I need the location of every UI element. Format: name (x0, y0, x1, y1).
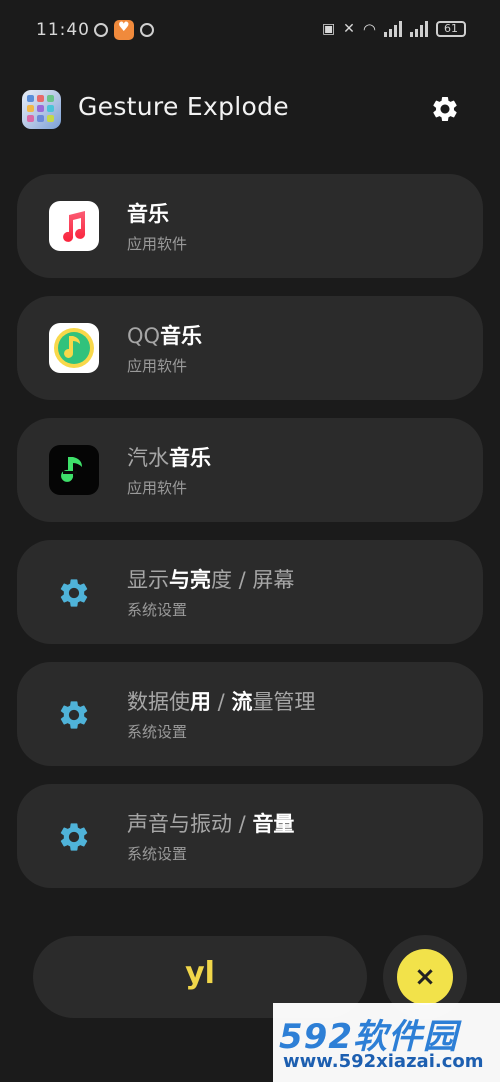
result-subtitle: 应用软件 (127, 235, 188, 253)
watermark-url: www.592xiazai.com (283, 1051, 484, 1072)
result-title: 显示与亮度 / 屏幕 (127, 568, 295, 592)
search-value: yl (185, 956, 215, 991)
result-subtitle: 系统设置 (127, 723, 188, 741)
signal-icon (384, 21, 402, 37)
signal-icon-2 (410, 21, 428, 37)
result-item-sound-volume[interactable]: 声音与振动 / 音量 系统设置 (17, 784, 483, 888)
nfc-icon: ▣ (321, 21, 336, 37)
result-item-data-usage[interactable]: 数据使用 / 流量管理 系统设置 (17, 662, 483, 766)
status-bar: 11:40 ▣ ✕ ◠ 61 (0, 0, 500, 64)
clear-button[interactable]: × (397, 949, 453, 1005)
result-title: 音乐 (127, 202, 169, 226)
result-item-qishui-music[interactable]: 汽水音乐 应用软件 (17, 418, 483, 522)
notification-icon-2 (140, 23, 154, 37)
result-subtitle: 系统设置 (127, 601, 188, 619)
status-left-icons (94, 20, 154, 40)
result-subtitle: 应用软件 (127, 479, 188, 497)
gear-icon (60, 579, 88, 607)
watermark: 592软件园 www.592xiazai.com (273, 1003, 500, 1082)
gear-icon (60, 823, 88, 851)
settings-gear-icon[interactable] (430, 94, 460, 124)
mute-icon: ✕ (343, 21, 355, 37)
result-title: 数据使用 / 流量管理 (127, 690, 316, 714)
result-item-display-brightness[interactable]: 显示与亮度 / 屏幕 系统设置 (17, 540, 483, 644)
battery-icon: 61 (436, 21, 466, 37)
qishui-music-icon (49, 445, 99, 495)
app-logo-icon (22, 90, 61, 129)
qq-music-icon (49, 323, 99, 373)
status-right-icons: ▣ ✕ ◠ 61 (322, 20, 466, 38)
gear-icon (60, 701, 88, 729)
notification-icon (94, 23, 108, 37)
apple-music-icon (49, 201, 99, 251)
result-title: QQ音乐 (127, 324, 203, 348)
app-header: Gesture Explode (22, 90, 462, 130)
result-item-music[interactable]: 音乐 应用软件 (17, 174, 483, 278)
result-title: 汽水音乐 (127, 446, 211, 470)
result-title: 声音与振动 / 音量 (127, 812, 295, 836)
result-item-qq-music[interactable]: QQ音乐 应用软件 (17, 296, 483, 400)
wifi-icon: ◠ (362, 20, 376, 38)
heart-app-icon (114, 20, 134, 40)
status-time: 11:40 (36, 20, 90, 40)
result-subtitle: 系统设置 (127, 845, 188, 863)
app-title: Gesture Explode (78, 92, 289, 121)
result-subtitle: 应用软件 (127, 357, 188, 375)
close-icon: × (414, 962, 436, 992)
